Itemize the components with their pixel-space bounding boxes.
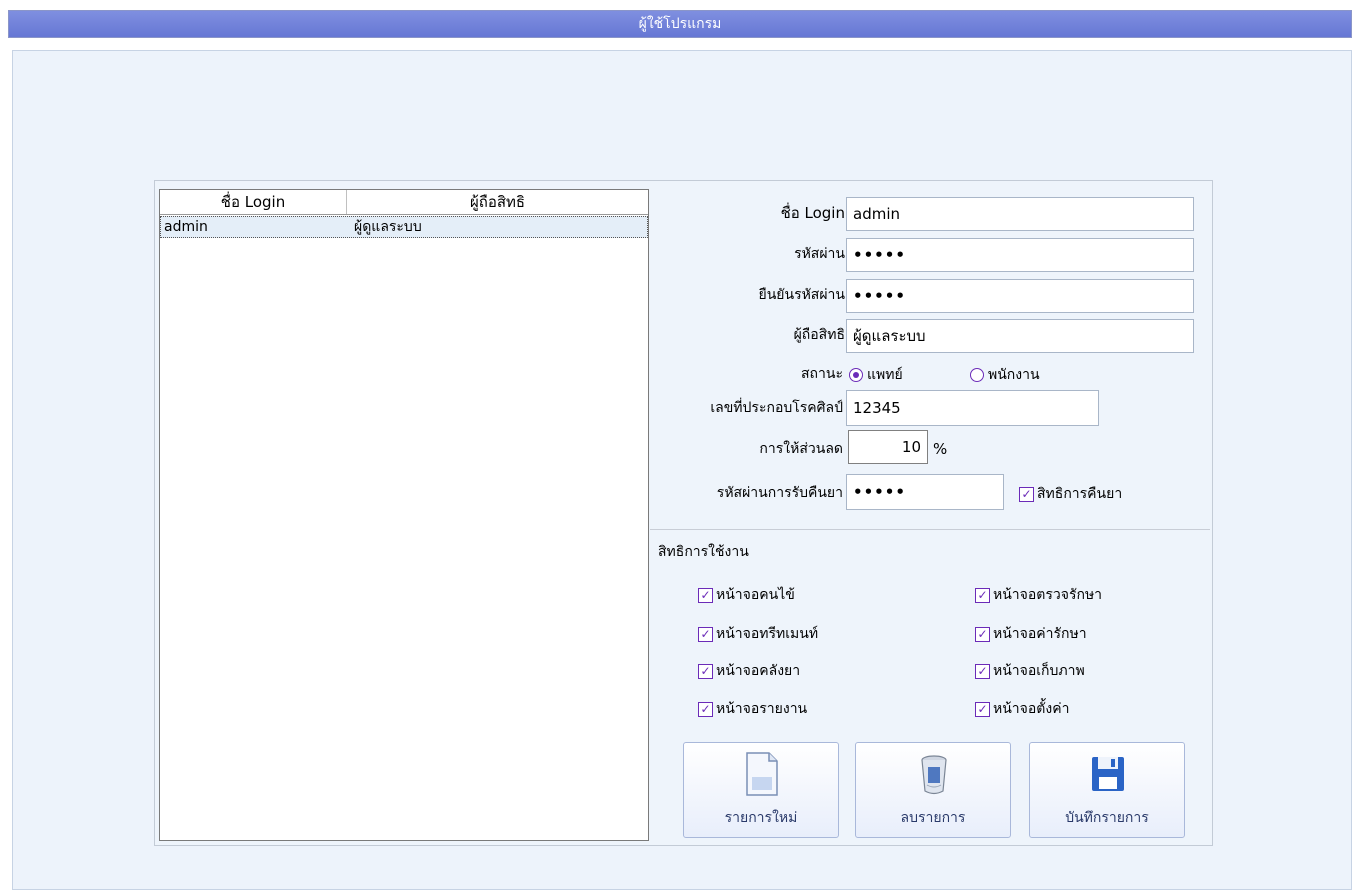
user-grid[interactable]: ชื่อ Login ผู้ถือสิทธิ admin ผู้ดูแลระบบ <box>159 189 649 841</box>
checkbox-checked-icon: ✓ <box>975 587 990 603</box>
perm-treatment-checkbox[interactable]: ✓ หน้าจอทรีทเมนท์ <box>698 623 818 645</box>
license-input[interactable] <box>846 390 1099 426</box>
perm-label: หน้าจอทรีทเมนท์ <box>716 626 819 642</box>
password-label: รหัสผ่าน <box>794 246 845 262</box>
floppy-disk-icon <box>1092 757 1124 791</box>
password-input[interactable] <box>846 238 1194 272</box>
checkbox-checked-icon: ✓ <box>698 587 713 603</box>
table-row[interactable]: admin ผู้ดูแลระบบ <box>160 216 648 238</box>
perm-patient-checkbox[interactable]: ✓ หน้าจอคนไข้ <box>698 584 795 606</box>
perm-label: หน้าจอตั้งค่า <box>993 701 1070 717</box>
status-radio-doctor[interactable]: แพทย์ <box>849 364 903 386</box>
window-title-bar: ผู้ใช้โปรแกรม <box>8 10 1352 38</box>
perm-label: หน้าจอเก็บภาพ <box>993 663 1085 679</box>
perm-label: หน้าจอรายงาน <box>716 701 808 717</box>
checkbox-checked-icon: ✓ <box>1019 486 1034 502</box>
perm-fee-checkbox[interactable]: ✓ หน้าจอค่ารักษา <box>975 623 1087 645</box>
status-option-staff: พนักงาน <box>988 367 1040 383</box>
checkbox-checked-icon: ✓ <box>975 701 990 717</box>
delete-record-label: ลบรายการ <box>900 810 966 826</box>
save-record-label: บันทึกรายการ <box>1065 810 1149 826</box>
role-input[interactable] <box>846 319 1194 353</box>
perm-label: หน้าจอค่ารักษา <box>993 626 1087 642</box>
new-document-icon <box>746 752 778 796</box>
confirm-password-label: ยืนยันรหัสผ่าน <box>758 287 845 303</box>
save-record-button[interactable]: บันทึกรายการ <box>1029 742 1185 838</box>
grid-header: ชื่อ Login ผู้ถือสิทธิ <box>160 190 648 215</box>
confirm-password-input[interactable] <box>846 279 1194 313</box>
delete-record-button[interactable]: ลบรายการ <box>855 742 1011 838</box>
new-record-label: รายการใหม่ <box>724 810 798 826</box>
refund-right-checkbox[interactable]: ✓ สิทธิการคืนยา <box>1019 483 1122 505</box>
discount-input[interactable] <box>848 430 928 464</box>
perm-settings-checkbox[interactable]: ✓ หน้าจอตั้งค่า <box>975 698 1069 720</box>
license-label: เลขที่ประกอบโรคศิลป์ <box>710 400 843 416</box>
checkbox-checked-icon: ✓ <box>698 701 713 717</box>
perm-label: หน้าจอตรวจรักษา <box>993 587 1103 603</box>
radio-selected-icon <box>849 368 863 382</box>
user-panel: ชื่อ Login ผู้ถือสิทธิ admin ผู้ดูแลระบบ… <box>154 180 1213 846</box>
status-radio-staff[interactable]: พนักงาน <box>970 364 1040 386</box>
cell-login: admin <box>164 219 208 235</box>
discount-unit: % <box>933 440 948 458</box>
checkbox-checked-icon: ✓ <box>698 663 713 679</box>
refund-password-label: รหัสผ่านการรับคืนยา <box>716 485 843 501</box>
checkbox-checked-icon: ✓ <box>975 663 990 679</box>
checkbox-checked-icon: ✓ <box>975 626 990 642</box>
role-label: ผู้ถือสิทธิ <box>793 327 845 343</box>
status-label: สถานะ <box>801 366 843 382</box>
cell-role: ผู้ดูแลระบบ <box>354 219 422 235</box>
window-title: ผู้ใช้โปรแกรม <box>638 16 722 32</box>
checkbox-checked-icon: ✓ <box>698 626 713 642</box>
radio-unselected-icon <box>970 368 984 382</box>
column-header-role[interactable]: ผู้ถือสิทธิ <box>347 190 648 214</box>
perm-examination-checkbox[interactable]: ✓ หน้าจอตรวจรักษา <box>975 584 1102 606</box>
section-divider <box>650 529 1210 530</box>
permissions-title: สิทธิการใช้งาน <box>658 544 749 560</box>
login-input[interactable] <box>846 197 1194 231</box>
login-label: ชื่อ Login <box>780 204 845 222</box>
refund-right-label: สิทธิการคืนยา <box>1037 486 1123 502</box>
perm-images-checkbox[interactable]: ✓ หน้าจอเก็บภาพ <box>975 660 1085 682</box>
discount-label: การให้ส่วนลด <box>759 441 843 457</box>
perm-label: หน้าจอคนไข้ <box>716 587 795 603</box>
perm-pharmacy-checkbox[interactable]: ✓ หน้าจอคลังยา <box>698 660 800 682</box>
perm-label: หน้าจอคลังยา <box>716 663 801 679</box>
column-header-login[interactable]: ชื่อ Login <box>160 190 347 214</box>
refund-password-input[interactable] <box>846 474 1004 510</box>
new-record-button[interactable]: รายการใหม่ <box>683 742 839 838</box>
recycle-bin-icon <box>921 755 947 795</box>
perm-report-checkbox[interactable]: ✓ หน้าจอรายงาน <box>698 698 807 720</box>
status-option-doctor: แพทย์ <box>867 367 903 383</box>
